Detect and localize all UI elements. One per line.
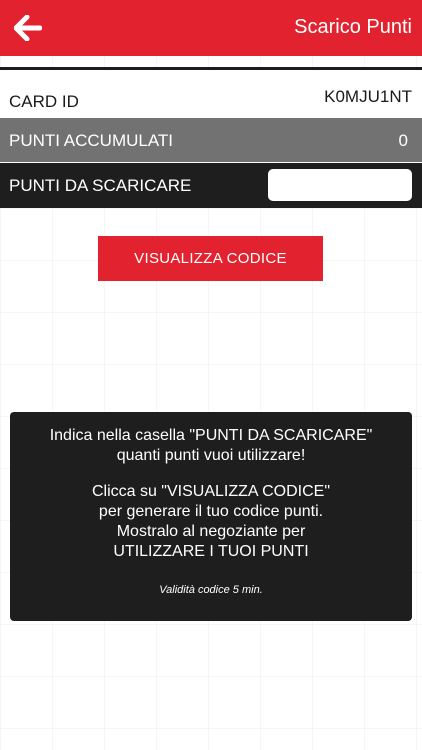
card-id-row: CARD ID K0MJU1NT	[0, 70, 422, 117]
points-accumulated-label: PUNTI ACCUMULATI	[9, 131, 174, 150]
points-to-redeem-row: PUNTI DA SCARICARE	[0, 163, 422, 208]
instruction-line: Clicca su "VISUALIZZA CODICE"	[91, 483, 331, 500]
arrow-left-icon	[14, 15, 42, 41]
page-title: Scarico Punti	[294, 16, 412, 38]
card-id-label: CARD ID	[9, 92, 79, 111]
card-id-value: K0MJU1NT	[324, 87, 412, 106]
app-screen: Scarico Punti CARD ID K0MJU1NT PUNTI ACC…	[0, 0, 422, 750]
instructions-box: Indica nella casella "PUNTI DA SCARICARE…	[10, 412, 412, 621]
show-code-button[interactable]: VISUALIZZA CODICE	[98, 236, 323, 281]
points-accumulated-row: PUNTI ACCUMULATI 0	[0, 118, 422, 162]
instruction-gap	[10, 466, 412, 482]
points-to-redeem-input[interactable]	[268, 169, 412, 201]
points-to-redeem-label: PUNTI DA SCARICARE	[9, 176, 192, 195]
instruction-line: Mostralo al negoziante per	[116, 523, 306, 540]
instruction-line: per generare il tuo codice punti.	[98, 503, 324, 520]
instruction-line: quanti punti vuoi utilizzare!	[116, 447, 306, 464]
top-bar: Scarico Punti	[0, 0, 422, 56]
code-validity-note: Validità codice 5 min.	[159, 584, 263, 596]
instruction-line: Indica nella casella "PUNTI DA SCARICARE…	[49, 427, 373, 444]
points-accumulated-value: 0	[398, 131, 408, 150]
instruction-line: UTILIZZARE I TUOI PUNTI	[113, 543, 309, 560]
back-button[interactable]	[8, 8, 48, 48]
